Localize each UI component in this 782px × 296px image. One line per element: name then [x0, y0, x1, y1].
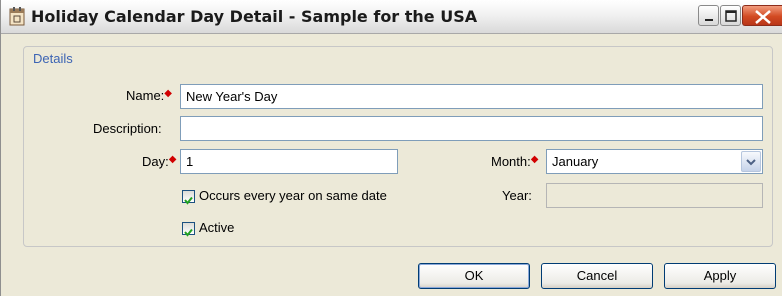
dialog-window: Holiday Calendar Day Detail - Sample for…	[0, 0, 782, 296]
required-marker: ◆	[168, 154, 177, 165]
active-checkbox[interactable]	[182, 222, 195, 237]
calendar-icon	[9, 7, 25, 26]
details-legend: Details	[31, 51, 75, 66]
cancel-button[interactable]: Cancel	[541, 263, 653, 289]
details-group	[23, 46, 773, 247]
dropdown-button[interactable]	[741, 151, 761, 172]
month-label: Month:◆	[491, 154, 538, 169]
month-select[interactable]: January	[546, 149, 763, 174]
name-label-text: Name:	[126, 88, 165, 103]
apply-button[interactable]: Apply	[664, 263, 776, 289]
day-label-text: Day:	[142, 154, 169, 169]
active-label[interactable]: Active	[199, 220, 234, 235]
required-marker: ◆	[530, 154, 539, 165]
chevron-down-icon	[746, 159, 756, 166]
occurs-every-year-label[interactable]: Occurs every year on same date	[199, 188, 387, 203]
month-label-text: Month:	[491, 154, 531, 169]
year-input[interactable]	[546, 183, 763, 208]
title-bar[interactable]: Holiday Calendar Day Detail - Sample for…	[1, 0, 782, 34]
description-label: Description:	[93, 121, 162, 136]
name-label: Name:◆	[126, 88, 172, 103]
description-input[interactable]	[180, 116, 763, 141]
occurs-every-year-checkbox[interactable]	[182, 190, 195, 205]
required-marker: ◆	[164, 88, 172, 99]
ok-button[interactable]: OK	[418, 263, 530, 289]
maximize-icon	[725, 10, 737, 22]
minimize-icon	[705, 19, 713, 21]
day-label: Day:◆	[142, 154, 176, 169]
window-title: Holiday Calendar Day Detail - Sample for…	[31, 7, 478, 26]
checkmark-icon	[184, 196, 193, 205]
year-label: Year:	[502, 188, 532, 203]
day-input[interactable]: 1	[180, 149, 398, 174]
maximize-button[interactable]	[720, 5, 741, 26]
name-input[interactable]: New Year's Day	[180, 84, 763, 109]
month-selected-value: January	[552, 154, 599, 169]
minimize-button[interactable]	[698, 5, 719, 26]
checkmark-icon	[184, 228, 193, 237]
close-button[interactable]	[742, 5, 782, 26]
close-icon	[755, 10, 771, 24]
